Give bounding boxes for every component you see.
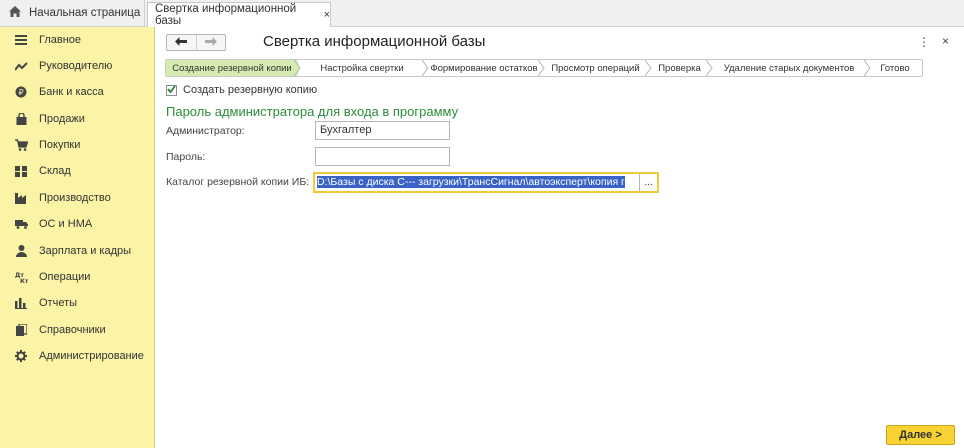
sidebar-item-reports[interactable]: Отчеты (0, 290, 155, 316)
checkmark-icon (167, 84, 176, 96)
sidebar: Главное Руководителю ₽ Банк и касса Прод… (0, 27, 155, 448)
svg-text:₽: ₽ (18, 88, 23, 97)
sidebar-item-salary[interactable]: Зарплата и кадры (0, 238, 155, 264)
truck-icon (14, 217, 28, 231)
step-review[interactable]: Просмотр операций (542, 60, 652, 76)
tab-rollup-label: Свертка информационной базы (155, 3, 297, 27)
arrow-left-icon (175, 36, 188, 49)
password-field[interactable] (315, 147, 450, 166)
backup-checkbox-label: Создать резервную копию (183, 84, 318, 96)
sidebar-item-warehouse[interactable]: Склад (0, 158, 155, 184)
admin-field[interactable]: Бухгалтер (315, 121, 450, 140)
forward-button[interactable] (195, 35, 225, 50)
section-title: Пароль администратора для входа в програ… (166, 104, 459, 119)
step-check[interactable]: Проверка (649, 60, 713, 76)
warehouse-icon (14, 164, 28, 178)
step-delete-docs[interactable]: Удаление старых документов (710, 60, 871, 76)
sidebar-item-operations[interactable]: Дт Кт Операции (0, 264, 155, 290)
bar-chart-icon (14, 296, 28, 310)
bag-icon (14, 112, 28, 126)
sidebar-item-directories[interactable]: Справочники (0, 317, 155, 343)
sidebar-item-label: Покупки (39, 139, 81, 151)
sidebar-item-administration[interactable]: Администрирование (0, 343, 155, 369)
gear-icon (14, 349, 28, 363)
sidebar-item-label: Банк и касса (39, 86, 104, 98)
sidebar-item-label: Руководителю (39, 60, 113, 72)
step-label: Настройка свертки (320, 62, 404, 74)
sidebar-item-purchases[interactable]: Покупки (0, 132, 155, 158)
step-balances[interactable]: Формирование остатков (426, 60, 545, 76)
step-separator (538, 60, 545, 76)
step-label: Создание резервной копии (172, 62, 292, 74)
step-separator (706, 60, 713, 76)
cart-icon (14, 138, 28, 152)
svg-text:Кт: Кт (20, 278, 28, 283)
browse-button[interactable]: ... (639, 174, 657, 191)
catalog-field[interactable]: D:\Базы с диска С--- загрузки\ТрансСигна… (315, 174, 639, 191)
wizard-steps: Создание резервной копии Настройка сверт… (165, 59, 923, 77)
sidebar-item-label: Администрирование (39, 350, 144, 362)
catalog-field-wrap: D:\Базы с диска С--- загрузки\ТрансСигна… (313, 172, 659, 193)
sidebar-item-bank[interactable]: ₽ Банк и касса (0, 79, 155, 105)
dt-kt-icon: Дт Кт (14, 270, 28, 284)
sidebar-item-label: Продажи (39, 113, 85, 125)
step-separator (294, 60, 301, 76)
admin-label: Администратор: (166, 125, 245, 137)
tab-home-label: Начальная страница (29, 7, 141, 19)
sidebar-item-sales[interactable]: Продажи (0, 106, 155, 132)
arrow-right-icon (204, 36, 217, 49)
step-label: Удаление старых документов (723, 62, 855, 74)
catalog-value: D:\Базы с диска С--- загрузки\ТрансСигна… (317, 176, 625, 188)
factory-icon (14, 191, 28, 205)
coin-icon: ₽ (14, 85, 28, 99)
catalog-label: Каталог резервной копии ИБ: (166, 176, 310, 188)
close-form-icon[interactable]: × (942, 34, 949, 48)
sidebar-item-label: Операции (39, 271, 91, 283)
sidebar-item-label: ОС и НМА (39, 218, 93, 230)
sidebar-item-assets[interactable]: ОС и НМА (0, 211, 155, 237)
step-separator (645, 60, 652, 76)
history-nav (166, 34, 226, 51)
step-label: Проверка (658, 62, 701, 74)
sidebar-item-label: Склад (39, 165, 71, 177)
step-label: Просмотр операций (551, 62, 640, 74)
sidebar-item-label: Главное (39, 34, 82, 46)
step-separator (422, 60, 429, 76)
next-button[interactable]: Далее > (886, 425, 955, 445)
main-panel: Свертка информационной базы ⋮ × Создание… (156, 27, 964, 448)
sidebar-item-production[interactable]: Производство (0, 185, 155, 211)
step-settings[interactable]: Настройка свертки (298, 60, 429, 76)
person-icon (14, 244, 28, 258)
menu-icon (14, 33, 28, 47)
sidebar-item-main[interactable]: Главное (0, 27, 155, 53)
step-label: Формирование остатков (430, 62, 538, 74)
sidebar-item-label: Справочники (39, 324, 106, 336)
step-label: Готово (880, 62, 910, 74)
tab-rollup[interactable]: Свертка информационной базы × (147, 2, 331, 27)
page-title: Свертка информационной базы (263, 33, 486, 50)
more-menu-icon[interactable]: ⋮ (918, 35, 930, 49)
sidebar-item-label: Отчеты (39, 297, 78, 309)
backup-checkbox-row[interactable]: Создать резервную копию (166, 84, 317, 96)
sidebar-item-label: Зарплата и кадры (39, 245, 132, 257)
tab-home[interactable]: Начальная страница (0, 0, 145, 26)
back-button[interactable] (167, 35, 196, 50)
sidebar-item-manager[interactable]: Руководителю (0, 53, 155, 79)
backup-checkbox[interactable] (166, 84, 177, 96)
home-icon (9, 6, 29, 20)
step-backup[interactable]: Создание резервной копии (166, 60, 301, 76)
top-tab-bar: Начальная страница Свертка информационно… (0, 0, 964, 27)
books-icon (14, 323, 28, 337)
step-done[interactable]: Готово (868, 60, 922, 76)
password-label: Пароль: (166, 151, 206, 163)
trend-icon (14, 59, 28, 73)
step-separator (864, 60, 871, 76)
sidebar-item-label: Производство (39, 192, 111, 204)
close-tab-icon[interactable]: × (324, 9, 330, 21)
